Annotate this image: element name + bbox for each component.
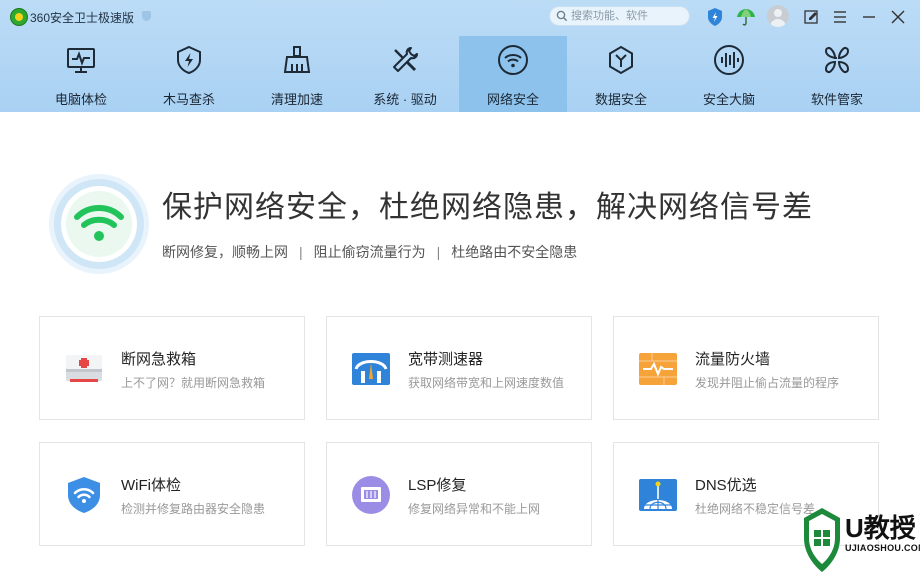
watermark-url: UJIAOSHOU.COM — [845, 543, 920, 553]
shield-bolt-icon — [177, 45, 201, 75]
hero-subtitle: 断网修复，顺畅上网 | 阻止偷窃流量行为 | 杜绝路由不安全隐患 — [162, 242, 577, 262]
shield-bolt-icon[interactable] — [704, 6, 726, 28]
card-desc: 发现并阻止偷占流量的程序 — [695, 376, 840, 390]
card-title: DNS优选 — [695, 477, 757, 494]
firewall-icon — [639, 353, 677, 385]
watermark-brand: U教授 — [845, 513, 916, 543]
card-speed-test[interactable]: 宽带测速器 获取网络带宽和上网速度数值 — [326, 316, 592, 420]
nav-label: 系统 · 驱动 — [373, 92, 437, 107]
card-desc: 修复网络异常和不能上网 — [408, 502, 541, 516]
app-title: 360安全卫士极速版 — [30, 11, 135, 25]
broom-icon — [283, 46, 311, 73]
card-title: 宽带测速器 — [408, 351, 484, 368]
search-input[interactable] — [571, 8, 681, 24]
menu-icon[interactable] — [829, 6, 851, 28]
feedback-icon[interactable] — [800, 6, 822, 28]
wrench-screwdriver-icon — [393, 47, 418, 72]
hero-sub-item: 杜绝路由不安全隐患 — [451, 244, 578, 260]
close-icon[interactable] — [887, 6, 909, 28]
nav-label: 软件管家 — [810, 92, 863, 107]
title-bar: 360安全卫士极速版 — [0, 0, 920, 34]
globe-antenna-icon — [639, 479, 677, 511]
separator: | — [436, 244, 441, 260]
edition-shield-icon — [142, 11, 151, 21]
speedometer-icon — [352, 353, 390, 385]
nav-label: 清理加速 — [270, 92, 323, 107]
card-title: 断网急救箱 — [121, 351, 197, 368]
brain-waves-icon — [714, 45, 744, 75]
hero-sub-item: 阻止偷窃流量行为 — [313, 244, 426, 260]
minimize-icon[interactable] — [858, 6, 880, 28]
four-petal-icon — [824, 46, 850, 74]
wifi-status-icon — [49, 174, 149, 274]
hero-sub-item: 断网修复，顺畅上网 — [162, 244, 288, 260]
nav-label: 木马查杀 — [162, 92, 215, 107]
monitor-pulse-icon — [67, 48, 95, 73]
card-lsp-repair[interactable]: LSP修复 修复网络异常和不能上网 — [326, 442, 592, 546]
app-logo-icon — [10, 8, 28, 26]
first-aid-kit-icon — [66, 355, 102, 382]
search-icon — [556, 10, 568, 22]
avatar[interactable] — [767, 5, 789, 27]
card-title: LSP修复 — [408, 477, 467, 494]
nav-item-system-driver[interactable]: 系统 · 驱动 — [351, 36, 459, 112]
nav-item-cleanup[interactable]: 清理加速 — [243, 36, 351, 112]
nav-label: 网络安全 — [486, 92, 539, 107]
wifi-icon — [498, 45, 528, 75]
nav-item-network-security[interactable]: 网络安全 — [459, 36, 567, 112]
card-desc: 检测并修复路由器安全隐患 — [121, 502, 266, 516]
search-box[interactable] — [549, 6, 690, 26]
separator: | — [299, 244, 303, 260]
nav-item-trojan-scan[interactable]: 木马查杀 — [135, 36, 243, 112]
header: 360安全卫士极速版 搜索功能、软件 电脑体检 木马查杀 清理加速 系统 · 驱… — [0, 0, 920, 112]
card-desc: 获取网络带宽和上网速度数值 — [408, 376, 565, 390]
hero-title: 保护网络安全，杜绝网络隐患，解决网络信号差 — [162, 191, 813, 224]
card-title: WiFi体检 — [121, 477, 181, 494]
hexagon-y-icon — [609, 45, 633, 75]
nav-label: 电脑体检 — [54, 92, 107, 107]
card-desc: 上不了网？就用断网急救箱 — [121, 376, 266, 390]
nav-item-security-brain[interactable]: 安全大脑 — [675, 36, 783, 112]
card-desc: 杜绝网络不稳定信号差 — [695, 502, 816, 516]
nav-label: 安全大脑 — [702, 92, 755, 107]
card-network-first-aid[interactable]: 断网急救箱 上不了网？就用断网急救箱 — [39, 316, 305, 420]
network-port-icon — [352, 476, 390, 514]
card-traffic-firewall[interactable]: 流量防火墙 发现并阻止偷占流量的程序 — [613, 316, 879, 420]
wifi-shield-icon — [68, 477, 100, 513]
card-wifi-checkup[interactable]: WiFi体检 检测并修复路由器安全隐患 — [39, 442, 305, 546]
card-title: 流量防火墙 — [695, 351, 771, 368]
umbrella-icon[interactable] — [735, 6, 757, 28]
nav-item-data-security[interactable]: 数据安全 — [567, 36, 675, 112]
nav-item-software-manager[interactable]: 软件管家 — [783, 36, 891, 112]
main-nav: 电脑体检 木马查杀 清理加速 系统 · 驱动 网络安全 数据安全 安全大脑 软件… — [0, 36, 920, 112]
nav-item-pc-checkup[interactable]: 电脑体检 — [27, 36, 135, 112]
nav-label: 数据安全 — [594, 92, 647, 107]
